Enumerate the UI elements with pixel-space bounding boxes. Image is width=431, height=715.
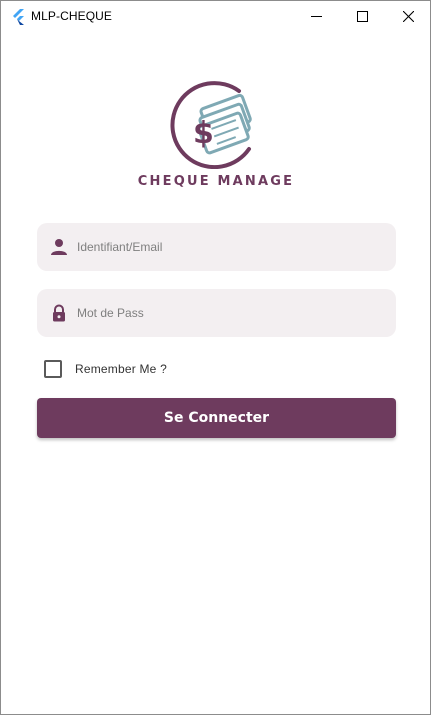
- title-bar[interactable]: MLP-CHEQUE: [1, 1, 430, 32]
- minimize-button[interactable]: [293, 1, 339, 32]
- remember-me[interactable]: Remember Me ?: [44, 360, 167, 378]
- login-button[interactable]: Se Connecter: [37, 398, 396, 438]
- person-icon: [51, 239, 67, 255]
- maximize-icon: [356, 11, 368, 22]
- flutter-logo-icon: [13, 9, 24, 25]
- maximize-button[interactable]: [339, 1, 385, 32]
- email-input[interactable]: [77, 223, 377, 271]
- close-button[interactable]: [385, 1, 430, 32]
- password-input[interactable]: [77, 289, 377, 337]
- remember-me-checkbox[interactable]: [44, 360, 62, 378]
- svg-text:$: $: [193, 116, 214, 151]
- window-title: MLP-CHEQUE: [31, 9, 113, 23]
- close-icon: [402, 11, 414, 22]
- logo-text: CHEQUE MANAGE: [137, 174, 295, 189]
- cheque-money-icon: $: [170, 81, 252, 169]
- minimize-icon: [310, 16, 322, 17]
- app-window: MLP-CHEQUE $ CHEQUE MANAGE Identifiant/E…: [0, 0, 431, 715]
- remember-me-label: Remember Me ?: [75, 362, 167, 376]
- password-field[interactable]: [37, 289, 396, 337]
- email-field[interactable]: [37, 223, 396, 271]
- lock-icon: [53, 304, 65, 322]
